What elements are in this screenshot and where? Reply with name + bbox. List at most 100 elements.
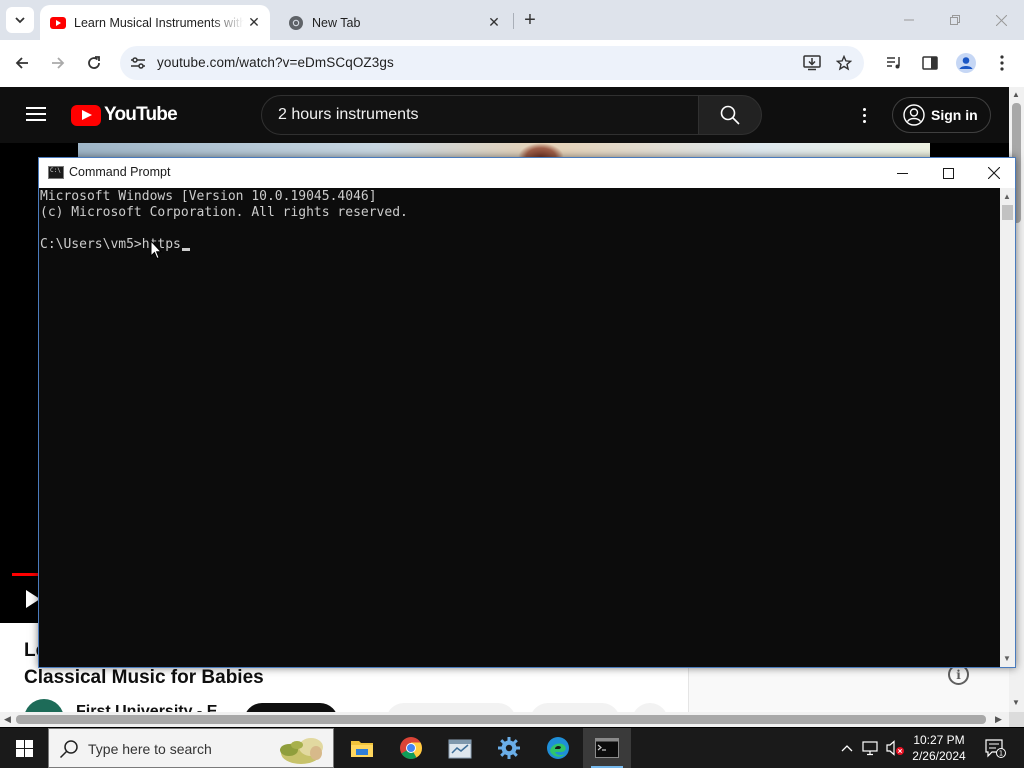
close-window-button[interactable] bbox=[978, 0, 1024, 40]
chrome-menu-button[interactable] bbox=[987, 48, 1017, 78]
search-icon bbox=[720, 105, 740, 125]
site-settings-icon[interactable] bbox=[128, 53, 148, 73]
taskbar-chrome[interactable] bbox=[387, 728, 435, 768]
scroll-down-arrow-icon[interactable]: ▼ bbox=[1012, 698, 1020, 707]
youtube-search-button[interactable] bbox=[698, 95, 762, 135]
scroll-thumb[interactable] bbox=[1002, 205, 1013, 220]
page-horizontal-scrollbar[interactable]: ◀ ▶ bbox=[0, 712, 1009, 727]
taskbar-edge[interactable] bbox=[534, 728, 582, 768]
scroll-up-arrow-icon[interactable]: ▲ bbox=[1012, 90, 1020, 99]
minimize-icon bbox=[904, 19, 914, 21]
search-placeholder: Type here to search bbox=[88, 741, 212, 757]
clock-date: 2/26/2024 bbox=[912, 749, 966, 763]
taskbar-search-box[interactable]: Type here to search bbox=[48, 728, 334, 768]
start-button[interactable] bbox=[0, 728, 48, 768]
search-icon bbox=[59, 740, 78, 759]
tab-title: Learn Musical Instruments with bbox=[74, 15, 244, 30]
restore-window-button[interactable] bbox=[932, 0, 978, 40]
cmd-title-bar[interactable]: Command Prompt bbox=[39, 158, 1015, 188]
share-button[interactable] bbox=[530, 703, 620, 712]
like-dislike-button[interactable] bbox=[386, 703, 516, 712]
video-frame-visible-strip bbox=[78, 143, 930, 157]
volume-button[interactable] bbox=[884, 728, 906, 768]
file-explorer-icon bbox=[351, 741, 373, 757]
taskbar-notes-app[interactable] bbox=[436, 728, 484, 768]
hamburger-menu-icon[interactable] bbox=[26, 106, 46, 122]
cmd-window-title: Command Prompt bbox=[69, 165, 171, 179]
more-actions-button[interactable] bbox=[632, 703, 668, 712]
command-prompt-window[interactable]: Command Prompt Microsoft Windows [Versio… bbox=[38, 157, 1016, 668]
youtube-search-input[interactable]: 2 hours instruments bbox=[261, 95, 699, 135]
scroll-left-arrow-icon[interactable]: ◀ bbox=[4, 714, 11, 725]
tab-strip: Learn Musical Instruments with ✕ New Tab… bbox=[0, 0, 1024, 40]
youtube-logo-text: YouTube bbox=[104, 104, 178, 125]
volume-muted-icon bbox=[886, 740, 904, 756]
channel-name[interactable]: First University - E bbox=[76, 703, 217, 712]
scroll-down-arrow-icon[interactable]: ▼ bbox=[1003, 654, 1011, 663]
forward-button[interactable] bbox=[43, 48, 73, 78]
tab-search-button[interactable] bbox=[6, 7, 34, 33]
bookmark-button[interactable] bbox=[829, 48, 859, 78]
scroll-right-arrow-icon[interactable]: ▶ bbox=[995, 714, 1002, 725]
text-cursor bbox=[181, 248, 190, 251]
taskbar-command-prompt[interactable] bbox=[583, 728, 631, 768]
taskbar-clock[interactable]: 10:27 PM 2/26/2024 bbox=[907, 732, 971, 764]
tab-separator bbox=[513, 13, 514, 29]
new-tab-button[interactable]: + bbox=[518, 8, 542, 32]
reload-button[interactable] bbox=[79, 48, 109, 78]
windows-logo-icon bbox=[15, 739, 33, 757]
minimize-window-button[interactable] bbox=[886, 0, 932, 40]
cmd-output-line: ​ bbox=[40, 221, 1000, 237]
youtube-settings-menu-icon[interactable] bbox=[856, 103, 872, 127]
cmd-output-line: (c) Microsoft Corporation. All rights re… bbox=[40, 205, 408, 220]
search-query-text: 2 hours instruments bbox=[278, 106, 419, 123]
youtube-logo[interactable]: YouTube bbox=[71, 104, 178, 126]
side-panel-button[interactable] bbox=[915, 48, 945, 78]
youtube-play-logo-icon bbox=[71, 104, 101, 126]
media-controls-button[interactable] bbox=[879, 48, 909, 78]
cmd-minimize-button[interactable] bbox=[879, 158, 925, 188]
notification-center-button[interactable]: 1 bbox=[978, 728, 1012, 768]
subscribe-button[interactable] bbox=[244, 703, 338, 712]
chevron-up-icon bbox=[841, 745, 853, 752]
command-prompt-icon bbox=[595, 738, 619, 758]
install-app-button[interactable] bbox=[797, 48, 827, 78]
tab-new-tab[interactable]: New Tab ✕ bbox=[278, 5, 510, 40]
tab-youtube[interactable]: Learn Musical Instruments with ✕ bbox=[40, 5, 270, 40]
cmd-console-output[interactable]: Microsoft Windows [Version 10.0.19045.40… bbox=[39, 188, 1000, 667]
cmd-maximize-button[interactable] bbox=[925, 158, 971, 188]
show-hidden-icons-button[interactable] bbox=[838, 728, 856, 768]
video-progress-bar[interactable] bbox=[12, 573, 40, 576]
channel-avatar[interactable] bbox=[24, 699, 64, 712]
address-bar[interactable]: youtube.com/watch?v=eDmSCqOZ3gs bbox=[120, 46, 864, 80]
minimize-icon bbox=[896, 172, 908, 174]
cmd-prompt: C:\Users\vm5> bbox=[40, 237, 142, 252]
music-queue-icon bbox=[887, 57, 900, 69]
scroll-thumb[interactable] bbox=[16, 715, 986, 724]
cmd-vertical-scrollbar[interactable]: ▲ ▼ bbox=[1000, 188, 1015, 667]
scroll-up-arrow-icon[interactable]: ▲ bbox=[1003, 192, 1011, 201]
sign-in-button[interactable]: Sign in bbox=[892, 97, 991, 133]
profile-button[interactable] bbox=[951, 48, 981, 78]
close-tab-icon[interactable]: ✕ bbox=[244, 13, 264, 33]
close-icon bbox=[988, 167, 1000, 179]
cmd-input-line[interactable]: C:\Users\vm5>https bbox=[40, 237, 1000, 253]
close-icon bbox=[995, 14, 1007, 26]
browser-toolbar: youtube.com/watch?v=eDmSCqOZ3gs bbox=[0, 40, 1024, 87]
youtube-header: YouTube 2 hours instruments Sign in bbox=[0, 87, 1009, 143]
video-title-line-2: Classical Music for Babies bbox=[24, 667, 264, 688]
url-text: youtube.com/watch?v=eDmSCqOZ3gs bbox=[157, 55, 394, 70]
clock-time: 10:27 PM bbox=[913, 733, 965, 747]
reload-icon bbox=[88, 56, 100, 69]
back-button[interactable] bbox=[7, 48, 37, 78]
taskbar-file-explorer[interactable] bbox=[338, 728, 386, 768]
taskbar-settings[interactable] bbox=[485, 728, 533, 768]
cmd-close-button[interactable] bbox=[971, 158, 1017, 188]
chrome-icon bbox=[288, 15, 304, 31]
close-tab-icon[interactable]: ✕ bbox=[484, 13, 504, 33]
network-status-button[interactable] bbox=[860, 728, 882, 768]
chevron-down-icon bbox=[15, 17, 25, 24]
windows-taskbar: Type here to search 10:27 PM 2/26/2024 1 bbox=[0, 728, 1024, 768]
mouse-pointer-icon bbox=[150, 240, 162, 260]
account-icon bbox=[903, 104, 925, 126]
